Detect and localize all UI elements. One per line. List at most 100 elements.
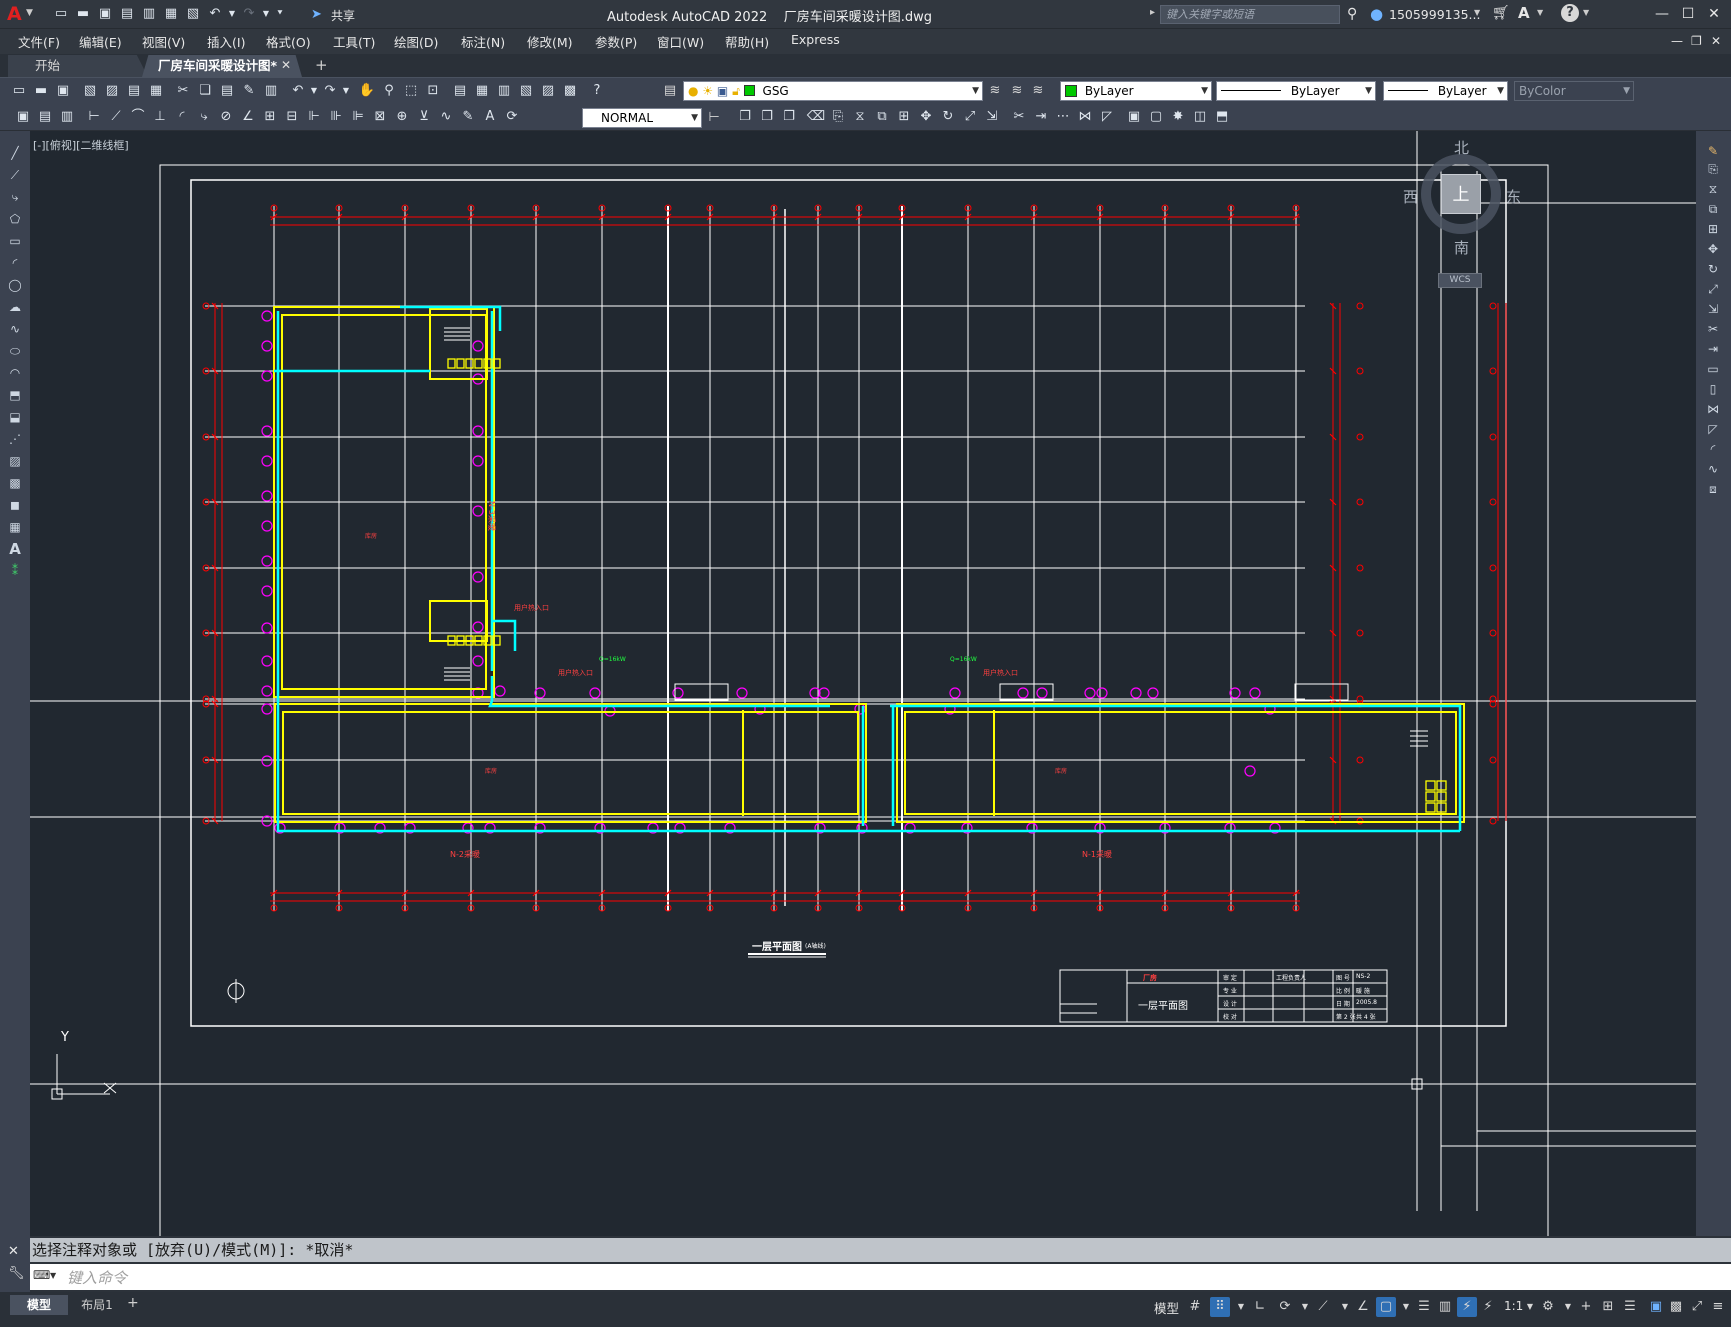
dim-update-icon[interactable]: ⟳: [502, 107, 522, 127]
menu-window[interactable]: 窗口(W): [657, 32, 704, 51]
break-icon[interactable]: ▯: [1705, 381, 1721, 397]
new-tab-button[interactable]: +: [315, 56, 328, 74]
plot-icon[interactable]: ▧: [80, 81, 100, 101]
close-icon[interactable]: ✕: [1705, 5, 1723, 23]
copy-object-icon[interactable]: ⎘: [828, 107, 848, 127]
viewcube-east[interactable]: 东: [1506, 186, 1521, 207]
break-point-icon[interactable]: ▭: [1705, 361, 1721, 377]
drawing-canvas[interactable]: [-][俯视][二维线框] 一层平面图 (A轴线) 库房 库房 库房 N-2采暖…: [30, 131, 1696, 1236]
layer-dropdown[interactable]: ● ☀ ▣ 🔓︎ GSG ▼: [683, 81, 983, 101]
point-icon[interactable]: ⋰: [7, 431, 23, 447]
isodraft-icon[interactable]: ∠: [1355, 1299, 1371, 1315]
app-logo[interactable]: A: [7, 3, 22, 25]
scale-icon[interactable]: ⤢: [960, 107, 980, 127]
array-icon[interactable]: ⊞: [1705, 221, 1721, 237]
quick-dim-icon[interactable]: ⊞: [260, 107, 280, 127]
undo-list-icon[interactable]: ▼: [310, 81, 318, 101]
paste-icon[interactable]: ▤: [217, 81, 237, 101]
draworder-back-icon[interactable]: ❐: [757, 107, 777, 127]
wcs-menu[interactable]: WCS: [1438, 273, 1482, 288]
layer-walk-icon[interactable]: ▥: [57, 107, 77, 127]
viewcube-west[interactable]: 西: [1403, 186, 1418, 207]
make-block-icon[interactable]: ⬓: [7, 409, 23, 425]
design-center-icon[interactable]: ▦: [472, 81, 492, 101]
layer-match-icon[interactable]: ≋: [1009, 83, 1025, 99]
scale-dropdown-icon[interactable]: ▼: [1522, 1299, 1538, 1315]
user-icon[interactable]: ●: [1370, 5, 1383, 23]
match-prop-icon[interactable]: ✎: [239, 81, 259, 101]
add-icon[interactable]: +: [1578, 1299, 1594, 1315]
markup-icon[interactable]: ▨: [538, 81, 558, 101]
search-icon[interactable]: ⚲: [1347, 6, 1357, 22]
help-toolbar-icon[interactable]: ?: [587, 81, 607, 101]
quick-properties-icon[interactable]: ☰: [1622, 1299, 1638, 1315]
arc-icon[interactable]: ◜: [7, 255, 23, 271]
menu-insert[interactable]: 插入(I): [207, 32, 245, 51]
trim-icon[interactable]: ✂: [1009, 107, 1029, 127]
user-name[interactable]: 1505999135...: [1389, 7, 1480, 22]
customize-qat-icon[interactable]: ⯆: [273, 4, 287, 24]
menu-parametric[interactable]: 参数(P): [595, 32, 637, 51]
break-icon[interactable]: ⋯: [1053, 107, 1073, 127]
hardware-accel-icon[interactable]: ▣: [1648, 1299, 1664, 1315]
redo-icon[interactable]: ↷: [320, 81, 340, 101]
command-customize-icon[interactable]: 🔧︎: [8, 1266, 25, 1281]
command-input-box[interactable]: ⌨ ▼ 键入命令: [30, 1264, 1731, 1290]
a360-icon[interactable]: A: [1518, 4, 1530, 22]
viewcube-north[interactable]: 北: [1454, 137, 1469, 158]
menu-help[interactable]: 帮助(H): [725, 32, 769, 51]
model-space-button[interactable]: 模型: [1154, 1298, 1179, 1317]
dimstyle-dropdown[interactable]: NORMAL ▼: [582, 108, 702, 128]
export-icon[interactable]: ▦: [161, 4, 181, 24]
hatch-icon[interactable]: ▨: [7, 453, 23, 469]
explode-icon[interactable]: ✸: [1168, 107, 1188, 127]
gradient-icon[interactable]: ▩: [7, 475, 23, 491]
command-handle[interactable]: ✕ 🔧︎: [0, 1236, 30, 1292]
preview-icon[interactable]: ▨: [102, 81, 122, 101]
search-input[interactable]: 键入关键字或短语: [1160, 5, 1340, 24]
dim-angular-icon[interactable]: ∠: [238, 107, 258, 127]
move-icon[interactable]: ✥: [1705, 241, 1721, 257]
command-input[interactable]: 键入命令: [67, 1267, 127, 1288]
rotate-icon[interactable]: ↻: [938, 107, 958, 127]
polar-dropdown-icon[interactable]: ▼: [1297, 1299, 1313, 1315]
undo-icon[interactable]: ↶: [205, 4, 225, 24]
group-icon[interactable]: ▣: [1124, 107, 1144, 127]
customize-status-icon[interactable]: ≡: [1710, 1299, 1726, 1315]
maximize-icon[interactable]: ☐: [1679, 5, 1697, 23]
osnap-icon[interactable]: ▢: [1376, 1297, 1396, 1317]
search-expand-icon[interactable]: ▸: [1150, 7, 1155, 18]
ungroup-icon[interactable]: ▢: [1146, 107, 1166, 127]
redo-list-icon[interactable]: ▼: [342, 81, 350, 101]
menu-express[interactable]: Express: [791, 32, 840, 47]
jogged-linear-icon[interactable]: ∿: [436, 107, 456, 127]
fillet-icon[interactable]: ◜: [1705, 441, 1721, 457]
construction-line-icon[interactable]: ⟋: [7, 167, 23, 183]
share-icon[interactable]: ➤: [311, 7, 322, 22]
undo-dropdown-icon[interactable]: ▼: [227, 4, 237, 24]
ortho-icon[interactable]: ∟: [1252, 1299, 1268, 1315]
inspect-icon[interactable]: ⊻: [414, 107, 434, 127]
recent-commands-icon[interactable]: ▼: [50, 1271, 56, 1280]
linetype-dropdown[interactable]: ByLayer ▼: [1216, 81, 1376, 101]
share-button[interactable]: 共享: [331, 7, 355, 24]
app-menu-arrow-icon[interactable]: ▼: [26, 8, 33, 18]
erase-icon[interactable]: ✎: [1705, 143, 1721, 159]
layer-properties-icon[interactable]: ▤: [662, 83, 678, 99]
osnap-dropdown-icon[interactable]: ▼: [1398, 1299, 1414, 1315]
isolate-objects-icon[interactable]: ▩: [1668, 1299, 1684, 1315]
menu-dimension[interactable]: 标注(N): [461, 32, 505, 51]
dim-baseline-icon[interactable]: ⊟: [282, 107, 302, 127]
menu-view[interactable]: 视图(V): [142, 32, 185, 51]
revcloud-icon[interactable]: ☁: [7, 299, 23, 315]
tab-layout1[interactable]: 布局1: [70, 1295, 124, 1315]
layer-previous-icon[interactable]: ≋: [1030, 83, 1046, 99]
menu-file[interactable]: 文件(F): [18, 32, 60, 51]
new-icon[interactable]: ▭: [51, 4, 71, 24]
command-close-icon[interactable]: ✕: [8, 1244, 19, 1259]
move-icon[interactable]: ✥: [916, 107, 936, 127]
tab-start[interactable]: 开始: [8, 55, 148, 77]
trim-icon[interactable]: ✂: [1705, 321, 1721, 337]
grid-icon[interactable]: #: [1187, 1299, 1203, 1315]
undo-icon[interactable]: ↶: [288, 81, 308, 101]
